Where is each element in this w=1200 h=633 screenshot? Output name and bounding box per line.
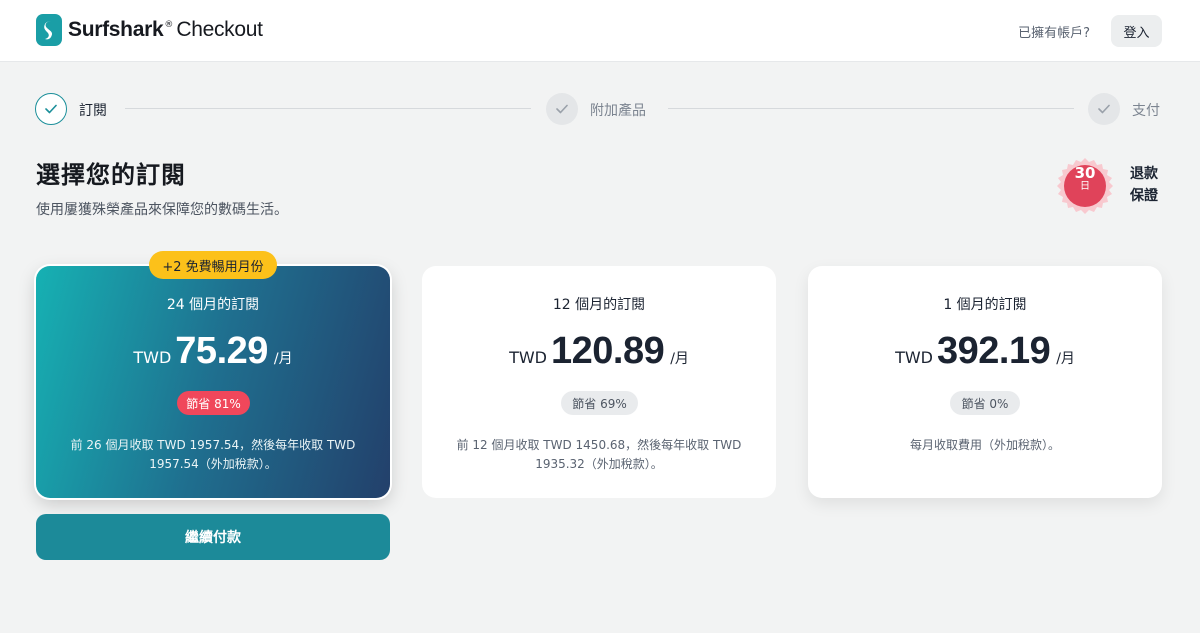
surfshark-logo-icon bbox=[36, 14, 62, 46]
price-amount: 392.19 bbox=[936, 330, 1051, 372]
bonus-months-badge: +2 免費暢用月份 bbox=[149, 251, 277, 279]
plan-price: TWD 120.89 /月 bbox=[422, 330, 776, 373]
step-connector-1 bbox=[125, 108, 531, 109]
plan-card-12-months[interactable]: 12 個月的訂閱 TWD 120.89 /月 節省 69% 前 12 個月收取 … bbox=[422, 266, 776, 498]
guarantee-line-1: 退款 bbox=[1130, 166, 1158, 182]
price-currency: TWD bbox=[509, 348, 547, 367]
plan-price: TWD 75.29 /月 bbox=[36, 330, 390, 373]
page-title: 選擇您的訂閱 bbox=[36, 161, 186, 189]
price-amount: 75.29 bbox=[175, 330, 268, 372]
product-name: Checkout bbox=[176, 18, 263, 41]
money-back-guarantee: 退款 保證 bbox=[1130, 163, 1158, 207]
login-button[interactable]: 登入 bbox=[1111, 15, 1162, 47]
plan-price: TWD 392.19 /月 bbox=[808, 330, 1162, 373]
savings-badge: 節省 81% bbox=[177, 391, 250, 415]
billing-note: 前 12 個月收取 TWD 1450.68，然後每年收取 TWD 1935.32… bbox=[456, 438, 742, 471]
price-period: /月 bbox=[273, 351, 293, 367]
continue-to-payment-button[interactable]: 繼續付款 bbox=[36, 514, 390, 560]
step-connector-2 bbox=[668, 108, 1074, 109]
guarantee-days: 30 bbox=[1074, 164, 1096, 182]
step-1-label[interactable]: 訂閱 bbox=[79, 100, 107, 120]
registered-mark: ® bbox=[164, 20, 174, 30]
step-2-check-icon bbox=[546, 93, 578, 125]
price-currency: TWD bbox=[895, 348, 933, 367]
surfshark-logo[interactable]: Surfshark ® Checkout bbox=[36, 14, 263, 46]
step-3-label: 支付 bbox=[1132, 103, 1160, 119]
plan-name: 24 個月的訂閱 bbox=[166, 297, 260, 313]
plan-card-24-months[interactable]: 24 個月的訂閱 TWD 75.29 /月 節省 81% 前 26 個月收取 T… bbox=[36, 266, 390, 498]
price-amount: 120.89 bbox=[550, 330, 665, 372]
logo-wordmark: Surfshark ® Checkout bbox=[68, 18, 263, 42]
have-account-text: 已擁有帳戶? bbox=[1018, 26, 1090, 41]
billing-note: 每月收取費用（外加稅款）。 bbox=[909, 438, 1060, 452]
guarantee-days-unit: 日 bbox=[1080, 181, 1090, 192]
savings-badge: 節省 69% bbox=[561, 391, 638, 415]
page-subtitle: 使用屢獲殊榮產品來保障您的數碼生活。 bbox=[36, 202, 288, 218]
billing-note: 前 26 個月收取 TWD 1957.54，然後每年收取 TWD 1957.54… bbox=[70, 438, 356, 471]
plan-name: 1 個月的訂閱 bbox=[943, 297, 1027, 313]
price-period: /月 bbox=[1056, 351, 1075, 367]
guarantee-seal-text: 30 日 bbox=[1057, 166, 1113, 192]
price-currency: TWD bbox=[133, 348, 172, 367]
step-3-check-icon bbox=[1088, 93, 1120, 125]
step-1-check-icon[interactable] bbox=[35, 93, 67, 125]
guarantee-line-2: 保證 bbox=[1130, 188, 1158, 204]
step-2-label: 附加產品 bbox=[590, 103, 646, 119]
plan-card-1-month[interactable]: 1 個月的訂閱 TWD 392.19 /月 節省 0% 每月收取費用（外加稅款）… bbox=[808, 266, 1162, 498]
brand-name: Surfshark bbox=[68, 18, 164, 41]
plan-name: 12 個月的訂閱 bbox=[552, 297, 646, 313]
top-bar: Surfshark ® Checkout 已擁有帳戶? 登入 bbox=[0, 0, 1200, 62]
price-period: /月 bbox=[670, 351, 689, 367]
savings-badge: 節省 0% bbox=[950, 391, 1020, 415]
